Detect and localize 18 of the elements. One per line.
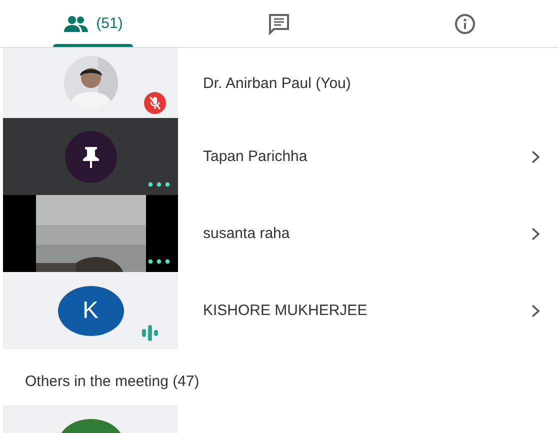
participant-row[interactable]: K KISHORE MUKHERJEE xyxy=(0,272,558,349)
participant-name: KISHORE MUKHERJEE xyxy=(203,302,368,319)
dots-icon xyxy=(148,182,170,187)
people-icon xyxy=(63,14,90,32)
participant-name: Dr. Anirban Paul (You) xyxy=(203,74,352,92)
participant-name: Tapan Parichha xyxy=(203,148,308,165)
participant-row[interactable]: Tapan Parichha xyxy=(0,118,558,195)
chat-icon xyxy=(268,12,290,34)
audio-level-icon xyxy=(142,325,158,341)
muted-mic-icon xyxy=(144,92,166,114)
info-icon xyxy=(454,12,476,34)
participant-row[interactable]: Dr. Anirban Paul (You) xyxy=(0,48,558,118)
tab[interactable]: (51) xyxy=(0,0,186,47)
section-heading: Others in the meeting (47) xyxy=(24,372,200,392)
pin-icon xyxy=(80,144,100,168)
participant-name: susanta raha xyxy=(203,225,291,242)
avatar-initial: K xyxy=(82,296,98,324)
dots-icon xyxy=(148,259,170,264)
